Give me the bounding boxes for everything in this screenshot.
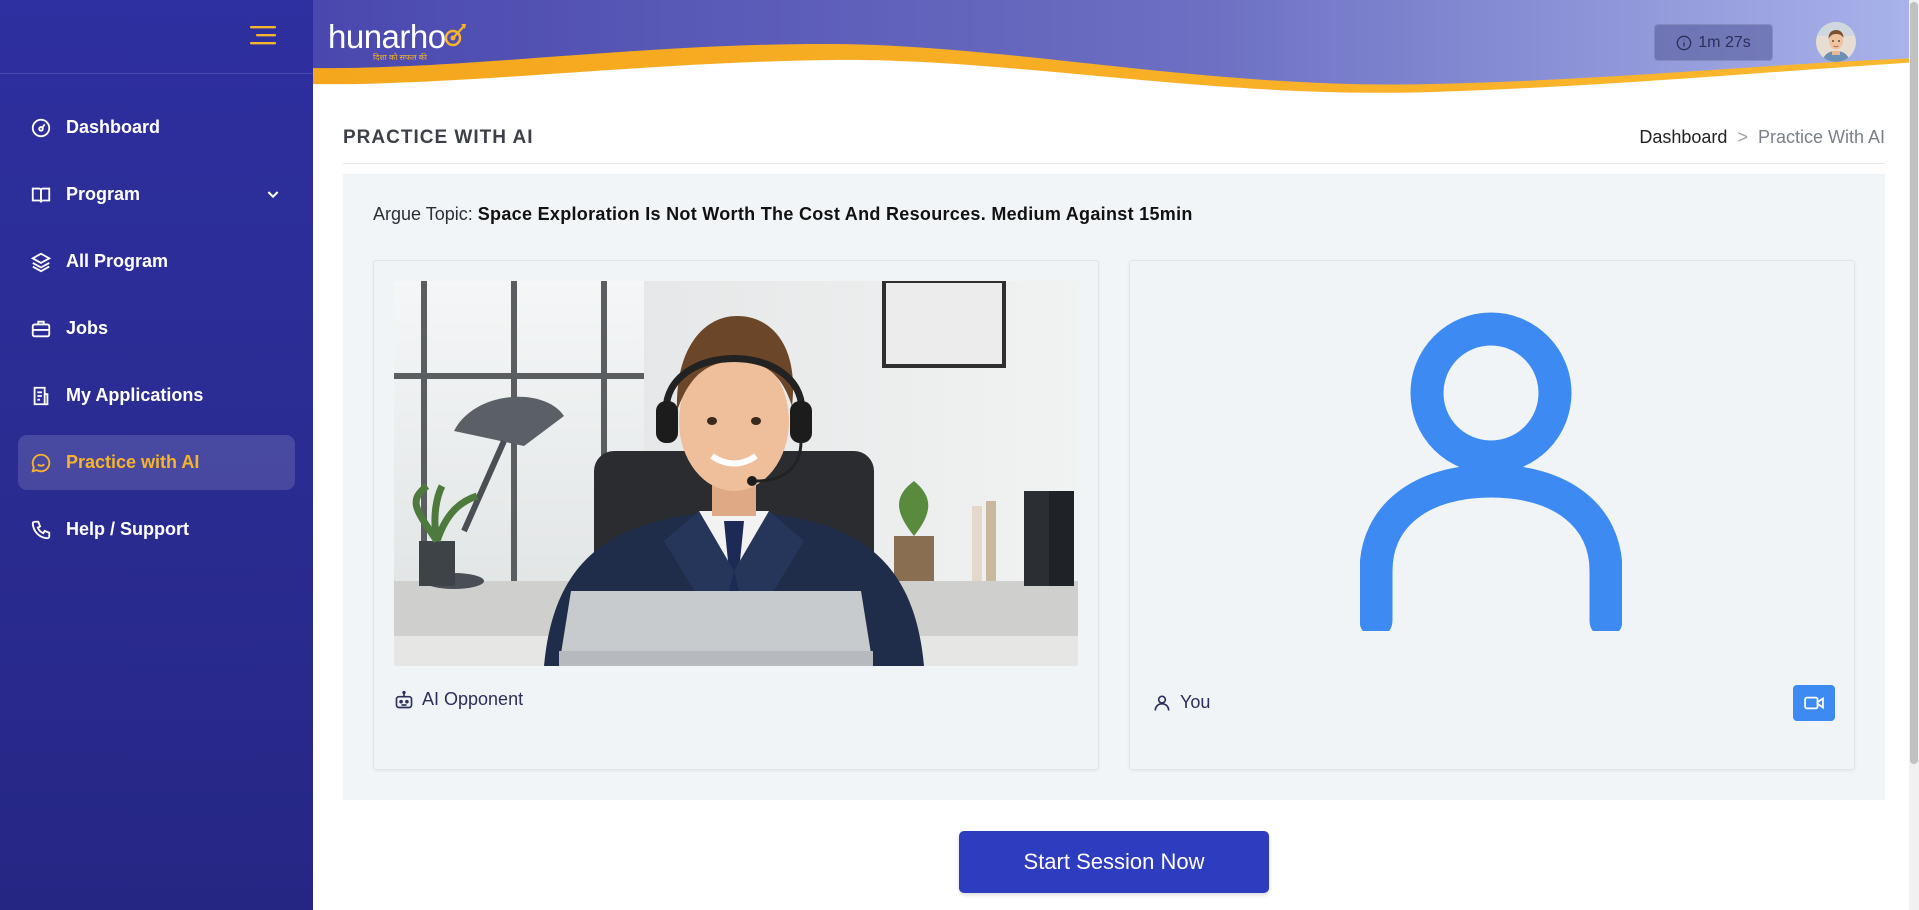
breadcrumb-separator: > xyxy=(1737,127,1748,147)
user-video-card: You xyxy=(1129,260,1855,770)
sidebar-item-help-support[interactable]: Help / Support xyxy=(18,502,295,557)
breadcrumb: Dashboard > Practice With AI xyxy=(1639,127,1885,148)
page-title-row: PRACTICE WITH AI Dashboard > Practice Wi… xyxy=(343,118,1885,164)
start-session-area: Start Session Now xyxy=(343,800,1885,910)
chevron-down-icon[interactable] xyxy=(265,186,281,202)
logo-text: hunarho xyxy=(328,18,446,55)
timer-value: 1m 27s xyxy=(1698,33,1751,51)
sidebar-item-label: Dashboard xyxy=(66,117,161,137)
session-timer: 1m 27s xyxy=(1654,24,1773,61)
sidebar-header xyxy=(0,0,313,74)
sidebar-item-jobs[interactable]: Jobs xyxy=(18,301,295,356)
scrollbar-thumb[interactable] xyxy=(1910,2,1918,764)
topic-prefix: Argue Topic: xyxy=(373,204,473,224)
chat-icon xyxy=(30,452,52,474)
user-placeholder-icon xyxy=(1359,311,1623,638)
practice-panel: Argue Topic: Space Exploration Is Not Wo… xyxy=(343,174,1885,800)
robot-icon xyxy=(394,690,414,710)
user-avatar[interactable] xyxy=(1816,22,1856,62)
ai-opponent-label: AI Opponent xyxy=(394,689,523,710)
target-arrow-icon xyxy=(444,24,466,47)
ai-opponent-text: AI Opponent xyxy=(422,689,524,709)
topic-text: Space Exploration Is Not Worth The Cost … xyxy=(477,204,1193,224)
app-logo[interactable]: hunarho xyxy=(328,18,468,56)
ai-opponent-card: AI Opponent xyxy=(373,260,1099,770)
sidebar-item-label: All Program xyxy=(66,251,169,271)
page-title: PRACTICE WITH AI xyxy=(343,127,534,148)
top-header: hunarho दिशा को सफल की 1m 27s xyxy=(313,0,1919,100)
camera-toggle-button[interactable] xyxy=(1793,685,1835,721)
argue-topic: Argue Topic: Space Exploration Is Not Wo… xyxy=(373,204,1193,225)
breadcrumb-current: Practice With AI xyxy=(1757,127,1885,147)
sidebar-item-label: My Applications xyxy=(66,385,204,405)
sidebar-item-label: Practice with AI xyxy=(66,452,200,472)
sidebar: Dashboard Program All Program Jobs My Ap… xyxy=(0,0,313,910)
start-session-button[interactable]: Start Session Now xyxy=(959,831,1269,893)
video-camera-icon xyxy=(1804,696,1824,710)
page-scrollbar[interactable] xyxy=(1909,0,1919,910)
sidebar-item-label: Help / Support xyxy=(66,519,189,539)
phone-icon xyxy=(30,519,52,541)
user-label: You xyxy=(1152,692,1210,713)
book-icon xyxy=(30,184,52,206)
briefcase-icon xyxy=(30,318,52,340)
sidebar-item-all-program[interactable]: All Program xyxy=(18,234,295,289)
ai-opponent-image xyxy=(394,281,1078,666)
sidebar-nav: Dashboard Program All Program Jobs My Ap… xyxy=(0,74,313,557)
layers-icon xyxy=(30,251,52,273)
sidebar-item-program[interactable]: Program xyxy=(18,167,295,222)
sidebar-item-label: Jobs xyxy=(66,318,109,338)
sidebar-item-practice-with-ai[interactable]: Practice with AI xyxy=(18,435,295,490)
gauge-icon xyxy=(30,117,52,139)
sidebar-item-dashboard[interactable]: Dashboard xyxy=(18,100,295,155)
breadcrumb-dashboard-link[interactable]: Dashboard xyxy=(1639,127,1727,148)
sidebar-item-label: Program xyxy=(66,184,141,204)
person-icon xyxy=(1152,693,1172,713)
logo-tagline: दिशा को सफल की xyxy=(373,53,427,62)
sidebar-item-my-applications[interactable]: My Applications xyxy=(18,368,295,423)
hamburger-icon[interactable] xyxy=(250,25,276,45)
info-icon xyxy=(1676,35,1692,51)
user-label-text: You xyxy=(1180,692,1211,712)
document-icon xyxy=(30,385,52,407)
